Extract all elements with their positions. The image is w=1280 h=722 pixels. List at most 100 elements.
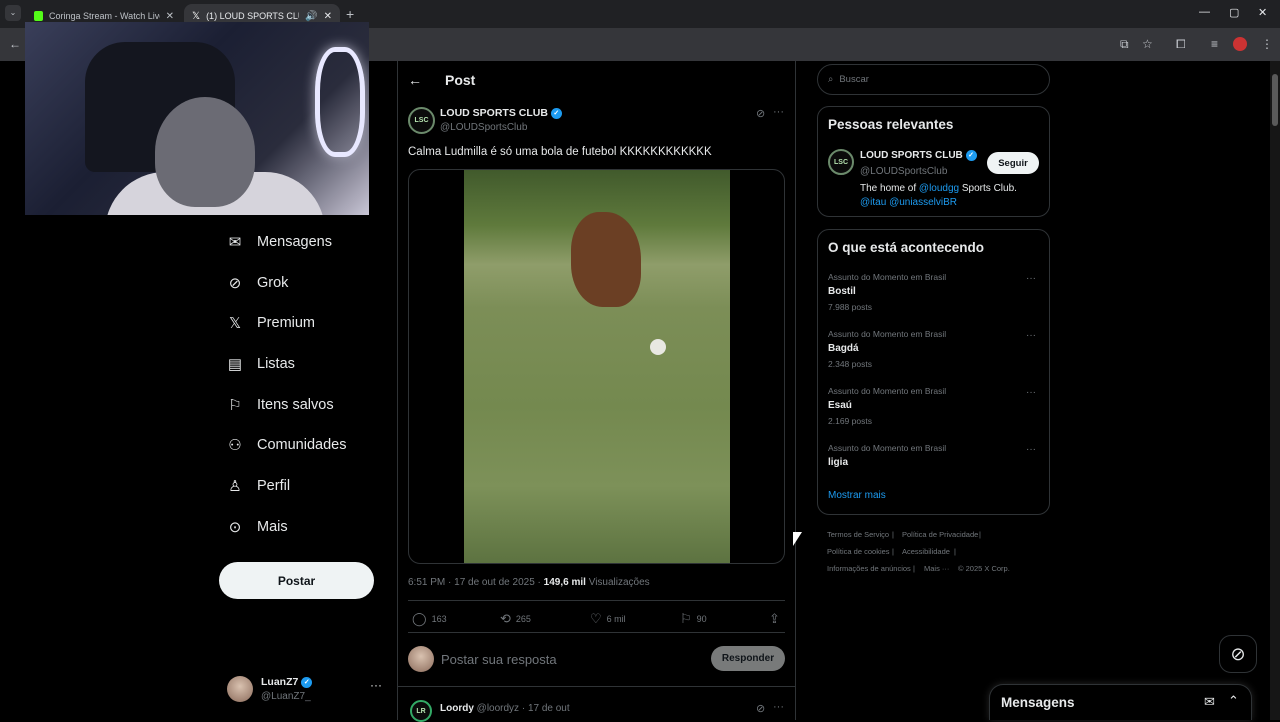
post-time[interactable]: 6:51 PM · 17 de out de 2025 ·	[408, 577, 544, 588]
footer-terms[interactable]: Termos de Serviço	[827, 530, 889, 539]
reply-avatar[interactable]: LR	[410, 700, 432, 722]
author-name: LOUD SPORTS CLUB	[440, 107, 548, 119]
bio-link[interactable]: @loudgg	[919, 183, 959, 194]
more-dots-icon[interactable]: ···	[773, 701, 784, 713]
tab-search-dropdown[interactable]: ⌄	[5, 5, 21, 21]
more-dots-icon[interactable]: ···	[1026, 444, 1036, 455]
footer-ads[interactable]: Informações de anúncios	[827, 564, 911, 573]
account-name: LuanZ7	[261, 676, 299, 688]
follow-button[interactable]: Seguir	[987, 152, 1039, 174]
people-icon: ⚇	[228, 437, 242, 454]
nav-item-profile[interactable]: ♙ Perfil	[227, 478, 290, 495]
new-tab-button[interactable]: +	[346, 6, 354, 22]
nav-label: Itens salvos	[257, 397, 334, 413]
post-video[interactable]	[408, 169, 785, 564]
trend-name[interactable]: ligia	[828, 457, 848, 468]
reply-icon: ◯	[412, 611, 427, 626]
trend-category[interactable]: Assunto do Momento em Brasil	[828, 386, 946, 396]
account-switcher[interactable]: LuanZ7 ✓ @LuanZ7_ ···	[227, 674, 387, 708]
mail-icon: ✉	[228, 234, 242, 251]
trend-name[interactable]: Bostil	[828, 286, 856, 297]
install-app-icon[interactable]: ⧉	[1120, 37, 1129, 52]
chevron-up-icon[interactable]: ⌃	[1228, 693, 1239, 709]
close-icon[interactable]: ✕	[324, 11, 332, 22]
maximize-button[interactable]: ▢	[1229, 6, 1239, 19]
trend-category[interactable]: Assunto do Momento em Brasil	[828, 272, 946, 282]
menu-icon[interactable]: ⋮	[1261, 37, 1273, 51]
like-count: 6 mil	[606, 614, 626, 624]
reply-input[interactable]: Postar sua resposta	[441, 652, 557, 667]
grok-fab-button[interactable]: ⊘	[1219, 635, 1257, 673]
nav-item-communities[interactable]: ⚇ Comunidades	[227, 437, 346, 454]
close-icon[interactable]: ✕	[166, 11, 174, 22]
page-scrollbar[interactable]	[1270, 61, 1280, 720]
footer-privacy[interactable]: Política de Privacidade	[902, 530, 978, 539]
nav-item-more[interactable]: ⊙ Mais	[227, 519, 288, 536]
author-avatar[interactable]: LSC	[408, 107, 435, 134]
post-button[interactable]: Postar	[219, 562, 374, 599]
trend-name[interactable]: Esaú	[828, 400, 852, 411]
back-arrow-icon[interactable]: ←	[408, 72, 422, 88]
nav-item-lists[interactable]: ▤ Listas	[227, 356, 295, 373]
minimize-button[interactable]: —	[1199, 6, 1210, 18]
search-placeholder: Buscar	[839, 74, 869, 85]
more-dots-icon[interactable]: ···	[1026, 273, 1036, 284]
verified-badge-icon: ✓	[301, 676, 313, 688]
nav-item-messages[interactable]: ✉ Mensagens	[227, 234, 332, 251]
star-icon[interactable]: ☆	[1142, 37, 1153, 51]
search-icon: ⌕	[828, 74, 834, 85]
more-dots-icon[interactable]: ···	[773, 106, 784, 118]
grok-icon[interactable]: ⊘	[756, 702, 765, 715]
bookmark-action[interactable]: ⚐ 90	[680, 611, 707, 627]
x-logo-icon: 𝕏	[228, 315, 242, 332]
relevant-handle[interactable]: @LOUDSportsClub	[860, 166, 947, 177]
footer-sep: |	[892, 530, 894, 539]
reply-button[interactable]: Responder	[711, 646, 785, 671]
trend-count: 7.988 posts	[828, 302, 872, 312]
reply-author-row[interactable]: Loordy @loordyz · 17 de out	[440, 703, 570, 714]
trend-category[interactable]: Assunto do Momento em Brasil	[828, 443, 946, 453]
nav-item-premium[interactable]: 𝕏 Premium	[227, 315, 315, 332]
repost-action[interactable]: ⟲ 265	[500, 611, 531, 627]
bio-link[interactable]: @uniasselviBR	[889, 197, 957, 208]
nav-item-bookmarks[interactable]: ⚐ Itens salvos	[227, 397, 334, 414]
trend-category[interactable]: Assunto do Momento em Brasil	[828, 329, 946, 339]
trend-name[interactable]: Bagdá	[828, 343, 859, 354]
show-more-link[interactable]: Mostrar mais	[828, 490, 886, 501]
extensions-icon[interactable]: ⧠	[1176, 37, 1186, 52]
grok-icon: ⊘	[228, 275, 242, 292]
video-frame[interactable]	[464, 170, 730, 563]
more-dots-icon[interactable]: ···	[370, 678, 382, 692]
video-horse	[571, 212, 641, 307]
author-name-row[interactable]: LOUD SPORTS CLUB ✓	[440, 107, 562, 119]
footer-sep: |	[979, 530, 981, 539]
more-dots-icon[interactable]: ···	[1026, 387, 1036, 398]
like-action[interactable]: ♡ 6 mil	[590, 611, 626, 627]
share-action[interactable]: ⇪	[769, 611, 780, 627]
footer-more[interactable]: Mais ···	[924, 564, 949, 573]
share-icon: ⇪	[769, 611, 780, 626]
close-window-button[interactable]: ✕	[1258, 6, 1267, 19]
nav-item-grok[interactable]: ⊘ Grok	[227, 275, 289, 292]
speaker-icon[interactable]: 🔊	[305, 11, 317, 22]
nav-label: Mais	[257, 519, 288, 535]
more-dots-icon[interactable]: ···	[1026, 330, 1036, 341]
footer-cookies[interactable]: Política de cookies	[827, 547, 890, 556]
footer-accessibility[interactable]: Acessibilidade	[902, 547, 950, 556]
bio-link[interactable]: @itau	[860, 197, 886, 208]
relevant-name-row[interactable]: LOUD SPORTS CLUB ✓	[860, 150, 977, 161]
back-arrow-icon[interactable]: ←	[9, 37, 21, 51]
grok-icon[interactable]: ⊘	[756, 107, 765, 120]
divider	[408, 632, 785, 633]
relevant-avatar[interactable]: LSC	[828, 149, 854, 175]
reply-action[interactable]: ◯ 163	[412, 611, 447, 627]
grok-icon: ⊘	[1230, 643, 1246, 664]
search-input[interactable]: ⌕ Buscar	[817, 64, 1050, 95]
scrollbar-thumb[interactable]	[1272, 74, 1278, 126]
new-message-icon[interactable]: ✉	[1204, 694, 1215, 710]
messages-dock[interactable]: Mensagens ✉ ⌃	[989, 684, 1252, 720]
author-handle[interactable]: @LOUDSportsClub	[440, 122, 527, 133]
profile-icon[interactable]	[1233, 37, 1247, 51]
media-control-icon[interactable]: ≡	[1211, 37, 1218, 51]
footer-sep: |	[913, 564, 915, 573]
